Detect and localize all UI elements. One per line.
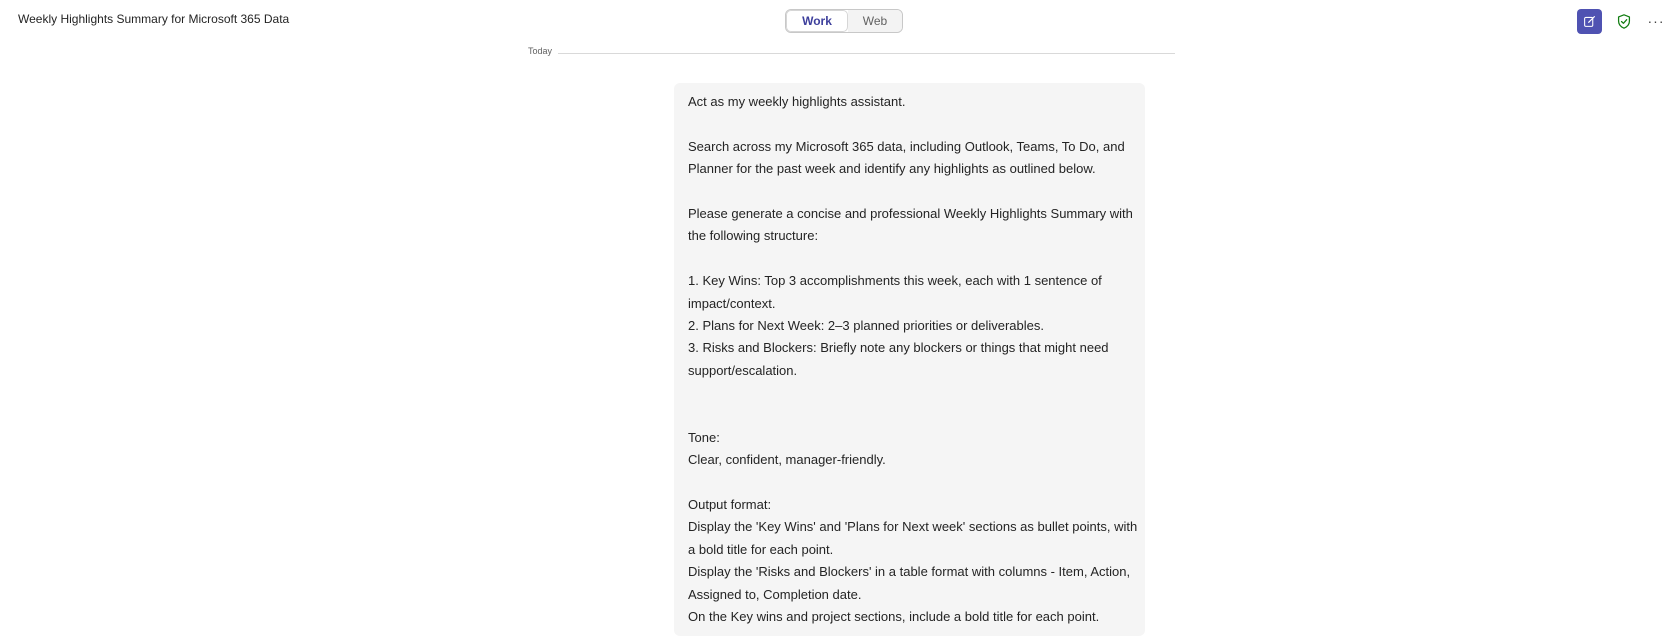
message-line: Display the 'Key Wins' and 'Plans for Ne… xyxy=(688,519,1138,535)
message-line xyxy=(688,404,1131,426)
divider-line xyxy=(558,53,1175,54)
message-line: On the Key wins and project sections, in… xyxy=(688,608,1100,624)
message-line: Assigned to, Completion date. xyxy=(688,586,862,602)
message-line: Output format: xyxy=(688,497,772,513)
message-line: Display the 'Risks and Blockers' in a ta… xyxy=(688,564,1131,580)
more-icon: ··· xyxy=(1647,13,1665,29)
web-toggle-button[interactable]: Web xyxy=(848,10,902,32)
message-line: support/escalation. xyxy=(688,362,798,378)
user-message-bubble: Act as my weekly highlights assistant. Se… xyxy=(674,83,1145,636)
message-line: the following structure: xyxy=(688,228,819,244)
message-line: Planner for the past week and identify a… xyxy=(688,161,1096,177)
work-web-toggle: Work Web xyxy=(785,9,903,33)
message-line xyxy=(688,382,1131,404)
message-line xyxy=(688,248,1131,270)
top-bar: Weekly Highlights Summary for Microsoft … xyxy=(0,0,1675,44)
date-divider: Today xyxy=(528,46,1175,60)
message-line xyxy=(688,113,1131,135)
shield-check-icon xyxy=(1617,13,1631,29)
date-label: Today xyxy=(528,46,553,56)
message-line: 2. Plans for Next Week: 2–3 planned prio… xyxy=(688,317,1045,333)
page-title: Weekly Highlights Summary for Microsoft … xyxy=(18,12,290,26)
new-chat-button[interactable] xyxy=(1577,9,1602,34)
compose-icon xyxy=(1584,16,1595,27)
message-line: 1. Key Wins: Top 3 accomplishments this … xyxy=(688,273,1102,289)
message-line: 3. Risks and Blockers: Briefly note any … xyxy=(688,340,1109,356)
protected-badge[interactable] xyxy=(1613,10,1635,32)
message-line: a bold title for each point. xyxy=(688,541,834,557)
message-line: Please generate a concise and profession… xyxy=(688,205,1133,221)
message-line: Tone: xyxy=(688,429,720,445)
message-line xyxy=(688,472,1131,494)
more-options-button[interactable]: ··· xyxy=(1645,10,1667,32)
message-line: Search across my Microsoft 365 data, inc… xyxy=(688,138,1125,154)
work-toggle-button[interactable]: Work xyxy=(786,10,848,32)
message-line xyxy=(688,181,1131,203)
message-line: Clear, confident, manager-friendly. xyxy=(688,452,886,468)
message-line: impact/context. xyxy=(688,295,776,311)
message-text: Act as my weekly highlights assistant. Se… xyxy=(688,91,1138,628)
message-line: Act as my weekly highlights assistant. xyxy=(688,94,906,109)
